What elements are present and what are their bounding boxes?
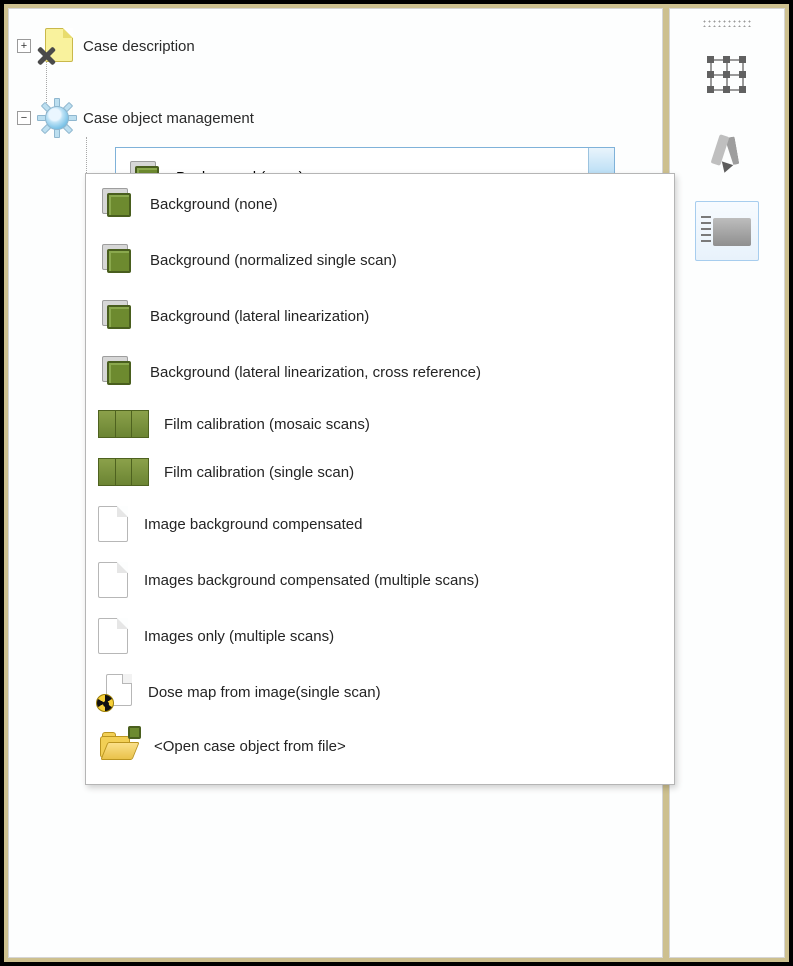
transform-grid-icon bbox=[707, 56, 747, 94]
page-icon bbox=[98, 562, 128, 598]
tree-node-label: Case object management bbox=[83, 110, 254, 127]
app-frame: + Case description − bbox=[4, 4, 789, 962]
dropdown-item[interactable]: Image background compensated bbox=[86, 496, 674, 552]
expand-icon[interactable]: + bbox=[17, 39, 31, 53]
background-layer-icon bbox=[98, 242, 134, 278]
dropdown-item-label: Background (lateral linearization) bbox=[150, 308, 369, 325]
gear-icon bbox=[39, 101, 73, 135]
background-layer-icon bbox=[98, 298, 134, 334]
tool-transform-grid[interactable] bbox=[695, 45, 759, 105]
page-icon bbox=[98, 618, 128, 654]
dropdown-item-label: <Open case object from file> bbox=[154, 738, 346, 755]
page-icon bbox=[98, 506, 128, 542]
tree-node-case-object-management[interactable]: − Case object management bbox=[39, 95, 662, 141]
dropdown-item-label: Background (normalized single scan) bbox=[150, 252, 397, 269]
dropdown-item[interactable]: Background (none) bbox=[86, 176, 674, 232]
dropdown-item[interactable]: Film calibration (mosaic scans) bbox=[86, 400, 674, 448]
collapse-icon[interactable]: − bbox=[17, 111, 31, 125]
tool-draw-pen[interactable] bbox=[695, 123, 759, 183]
tree-node-case-description[interactable]: + Case description bbox=[39, 23, 662, 69]
dropdown-item-label: Image background compensated bbox=[144, 516, 362, 533]
open-folder-icon bbox=[98, 730, 138, 762]
dropdown-item[interactable]: Background (normalized single scan) bbox=[86, 232, 674, 288]
dropdown-item[interactable]: Images only (multiple scans) bbox=[86, 608, 674, 664]
background-layer-icon bbox=[98, 186, 134, 222]
pen-icon bbox=[707, 131, 747, 175]
dropdown-item-label: Dose map from image(single scan) bbox=[148, 684, 381, 701]
dropdown-item[interactable]: Dose map from image(single scan) bbox=[86, 664, 674, 720]
dropdown-item-label: Images background compensated (multiple … bbox=[144, 572, 479, 589]
tree-node-label: Case description bbox=[83, 38, 195, 55]
dropdown-item[interactable]: Film calibration (single scan) bbox=[86, 448, 674, 496]
dropdown-item[interactable]: Images background compensated (multiple … bbox=[86, 552, 674, 608]
filmstrip-icon bbox=[98, 458, 148, 486]
dropdown-item-label: Images only (multiple scans) bbox=[144, 628, 334, 645]
background-layer-icon bbox=[98, 354, 134, 390]
dropdown-item[interactable]: <Open case object from file> bbox=[86, 720, 674, 772]
case-object-dropdown-list: Background (none) Background (normalized … bbox=[85, 173, 675, 785]
note-delete-icon bbox=[39, 29, 73, 63]
dropdown-item-label: Film calibration (mosaic scans) bbox=[164, 416, 370, 433]
dropdown-item-label: Background (none) bbox=[150, 196, 278, 213]
toolbar-grip-icon bbox=[702, 19, 752, 27]
filmstrip-icon bbox=[98, 410, 148, 438]
radiation-page-icon bbox=[98, 674, 132, 710]
dropdown-item-label: Film calibration (single scan) bbox=[164, 464, 354, 481]
side-toolbar bbox=[669, 8, 785, 958]
ruler-filmstrip-icon bbox=[701, 212, 753, 250]
dropdown-item[interactable]: Background (lateral linearization) bbox=[86, 288, 674, 344]
dropdown-item[interactable]: Background (lateral linearization, cross… bbox=[86, 344, 674, 400]
tool-ruler-filmstrip[interactable] bbox=[695, 201, 759, 261]
tree-panel: + Case description − bbox=[8, 8, 663, 958]
dropdown-item-label: Background (lateral linearization, cross… bbox=[150, 364, 481, 381]
